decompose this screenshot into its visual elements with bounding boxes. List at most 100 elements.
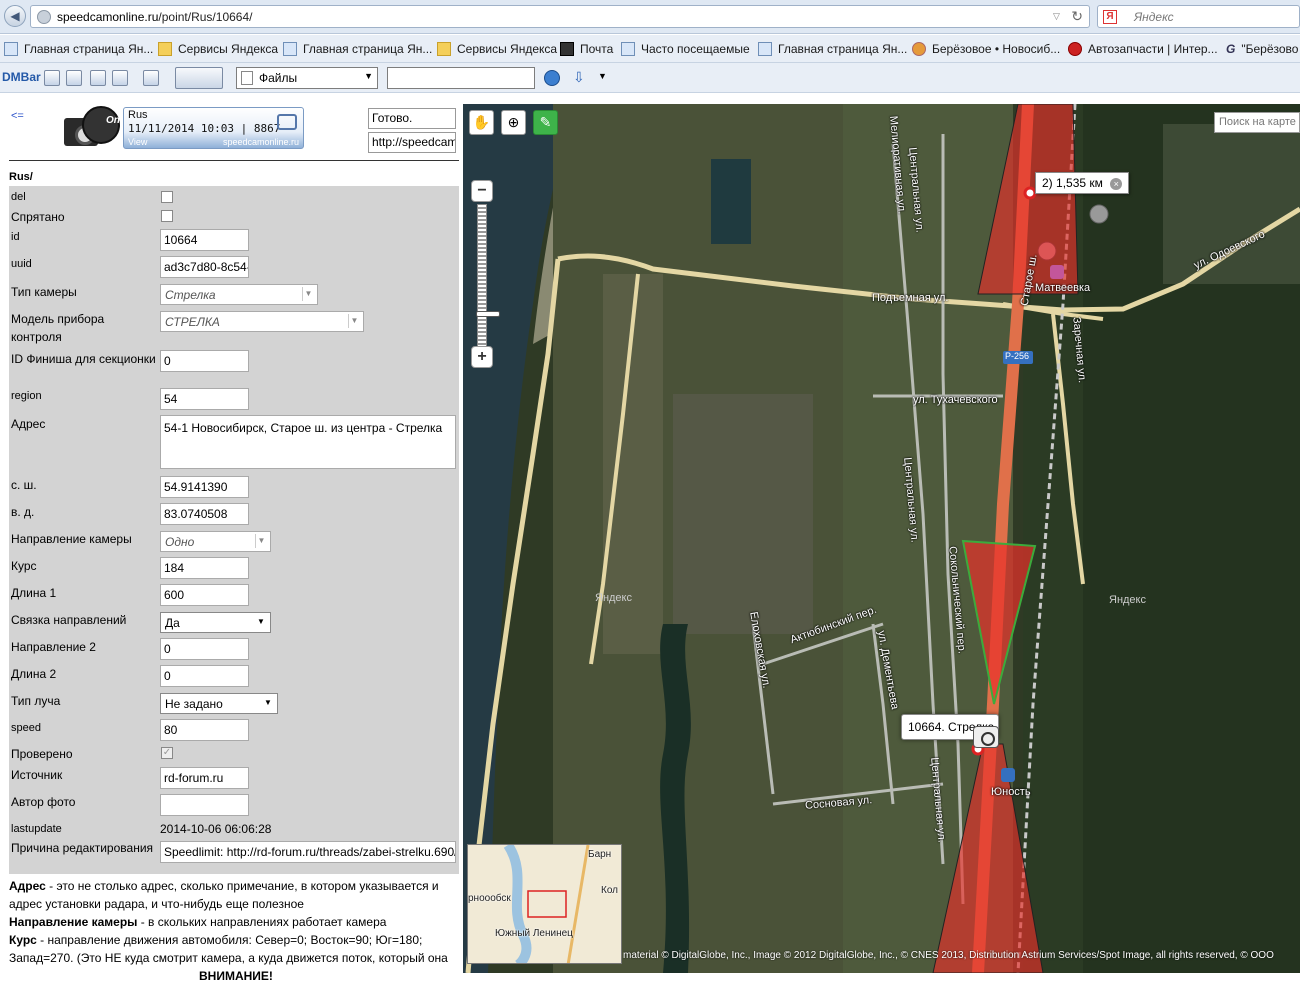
zoom-in-button[interactable]: + — [471, 346, 493, 368]
zoom-slider-thumb[interactable] — [476, 311, 500, 317]
addon-toolbar: DMBar Файлы ▼ ⇩ ▼ — [0, 63, 1300, 93]
distance-balloon[interactable]: 2) 1,535 км × — [1035, 172, 1130, 194]
station-icon[interactable] — [1001, 768, 1015, 782]
link-select[interactable]: Да ▼ — [160, 612, 271, 633]
checked-checkbox[interactable]: ✓ — [161, 747, 173, 759]
hand-icon[interactable]: ✋ — [469, 110, 494, 135]
direction-select[interactable]: Одно ▼ — [160, 531, 271, 552]
station-icon[interactable] — [1050, 265, 1064, 279]
bookmark-item[interactable]: Сервисы Яндекса — [158, 41, 278, 57]
back-button[interactable]: ◀ — [4, 5, 26, 27]
zoom-area-icon[interactable]: ⊕ — [501, 110, 526, 135]
map-search-input[interactable]: Поиск на карте — [1214, 112, 1300, 133]
lat-input[interactable]: 54.9141390 — [160, 476, 249, 498]
bookmark-item[interactable]: Главная страница Ян... — [283, 41, 432, 57]
reason-input[interactable]: Speedlimit: http://rd-forum.ru/threads/z… — [160, 841, 456, 863]
minimap-label: Барн — [588, 849, 612, 860]
dmbar-logo[interactable]: DMBar — [2, 70, 41, 84]
toolbar-tool-icon[interactable] — [112, 70, 128, 86]
bookmark-item[interactable]: Автозапчасти | Интер... — [1068, 41, 1218, 57]
source-input[interactable]: rd-forum.ru — [160, 767, 249, 789]
page-icon — [4, 42, 18, 56]
toolbar-search-input[interactable] — [387, 67, 535, 89]
toolbar-tool-icon[interactable] — [44, 70, 60, 86]
bookmark-item[interactable]: Почта — [560, 41, 613, 57]
back-link[interactable]: <= — [11, 110, 24, 122]
bookmark-item[interactable]: G "Берёзово — [1226, 41, 1298, 57]
field-label: region — [11, 390, 42, 402]
toolbar-tool-icon[interactable] — [66, 70, 82, 86]
help-description: - направление движения автомобиля: Север… — [9, 933, 448, 965]
map-view[interactable]: Подъемная ул. ул. Одоевского Старое ш. у… — [463, 104, 1300, 973]
person-icon[interactable] — [1089, 204, 1109, 224]
field-label: del — [11, 191, 26, 203]
folder-icon — [437, 42, 451, 56]
page-icon — [758, 42, 772, 56]
bookmark-item[interactable]: Берёзовое • Новосиб... — [912, 41, 1060, 57]
address-bar[interactable]: speedcamonline.ru/point/Rus/10664/ ▽ ↻ — [30, 5, 1090, 28]
download-icon[interactable]: ⇩ — [573, 69, 585, 86]
help-term: Направление камеры — [9, 915, 138, 929]
photo-author-input[interactable] — [160, 794, 249, 816]
cam-type-select[interactable]: Стрелка ▼ — [160, 284, 318, 305]
minimap-road — [566, 845, 590, 963]
browser-search-box[interactable]: Я Яндекс — [1097, 5, 1300, 28]
course-input[interactable]: 184 — [160, 557, 249, 579]
region-input[interactable]: 54 — [160, 388, 249, 410]
speedcam-badge[interactable]: Rus 11/11/2014 10:03 | 8867 View speedca… — [123, 107, 304, 149]
badge-site: speedcamonline.ru — [222, 137, 299, 147]
lon-input[interactable]: 83.0740508 — [160, 503, 249, 525]
zoom-slider[interactable] — [476, 204, 500, 348]
minimap[interactable]: Барн Кол рноообск Южный Ленинец — [467, 844, 622, 964]
beam-type-select[interactable]: Не задано ▼ — [160, 693, 278, 714]
urban-area — [673, 394, 813, 634]
bookmark-item[interactable]: Часто посещаемые — [621, 41, 750, 57]
field-label: Источник — [11, 768, 63, 782]
satellite-map[interactable] — [463, 104, 1300, 973]
field-label: Тип камеры — [11, 285, 77, 299]
chevron-down-icon: ▼ — [255, 534, 267, 548]
site-favicon-icon — [37, 10, 51, 24]
model-select[interactable]: СТРЕЛКА ▼ — [160, 311, 364, 332]
camera-marker-icon[interactable] — [973, 726, 999, 748]
toolbar-search-icon[interactable] — [544, 70, 560, 86]
close-icon[interactable]: × — [1110, 178, 1123, 190]
route-label: Р-256 — [1005, 351, 1030, 361]
id-input[interactable]: 10664 — [160, 229, 249, 251]
help-text: Адрес - это не столько адрес, сколько пр… — [9, 877, 459, 985]
finish-id-input[interactable]: 0 — [160, 350, 249, 372]
yandex-logo-icon[interactable]: Я — [1103, 10, 1117, 24]
place-label: Юность — [991, 786, 1031, 798]
zoom-out-button[interactable]: − — [471, 180, 493, 202]
poi-icon[interactable] — [1037, 241, 1057, 261]
distance-marker-icon[interactable] — [1023, 186, 1037, 200]
del-checkbox[interactable] — [161, 191, 173, 203]
field-label: Связка направлений — [11, 613, 127, 627]
pond — [711, 159, 751, 244]
speedcam-logo[interactable]: Online — [64, 106, 137, 150]
bookmark-item[interactable]: Главная страница Ян... — [4, 41, 153, 57]
hidden-checkbox[interactable] — [161, 210, 173, 222]
url-dropdown-icon[interactable]: ▽ — [1053, 11, 1063, 21]
page-icon — [283, 42, 297, 56]
minimap-viewport[interactable] — [527, 890, 567, 918]
toolbar-tool-icon[interactable] — [143, 70, 159, 86]
address-textarea[interactable]: 54-1 Новосибирск, Старое ш. из центра - … — [160, 415, 456, 469]
help-description: - это не столько адрес, сколько примечан… — [9, 879, 439, 911]
length2-input[interactable]: 0 — [160, 665, 249, 687]
bookmark-item[interactable]: Сервисы Яндекса — [437, 41, 557, 57]
reload-icon[interactable]: ↻ — [1071, 8, 1083, 25]
direction2-input[interactable]: 0 — [160, 638, 249, 660]
ruler-icon[interactable]: ✎ — [533, 110, 558, 135]
length1-input[interactable]: 600 — [160, 584, 249, 606]
chevron-down-icon[interactable]: ▼ — [598, 71, 607, 81]
speed-input[interactable]: 80 — [160, 719, 249, 741]
files-select[interactable]: Файлы ▼ — [236, 67, 378, 89]
status-field[interactable]: Готово. — [368, 108, 456, 129]
toolbar-tool-icon[interactable] — [90, 70, 106, 86]
hand-tool-button[interactable] — [175, 67, 223, 89]
chevron-down-icon: ▼ — [264, 698, 272, 707]
uuid-input[interactable]: ad3c7d80-8c54-1 — [160, 256, 249, 278]
url-field[interactable]: http://speedcamonline.ru — [368, 132, 456, 153]
bookmark-item[interactable]: Главная страница Ян... — [758, 41, 907, 57]
